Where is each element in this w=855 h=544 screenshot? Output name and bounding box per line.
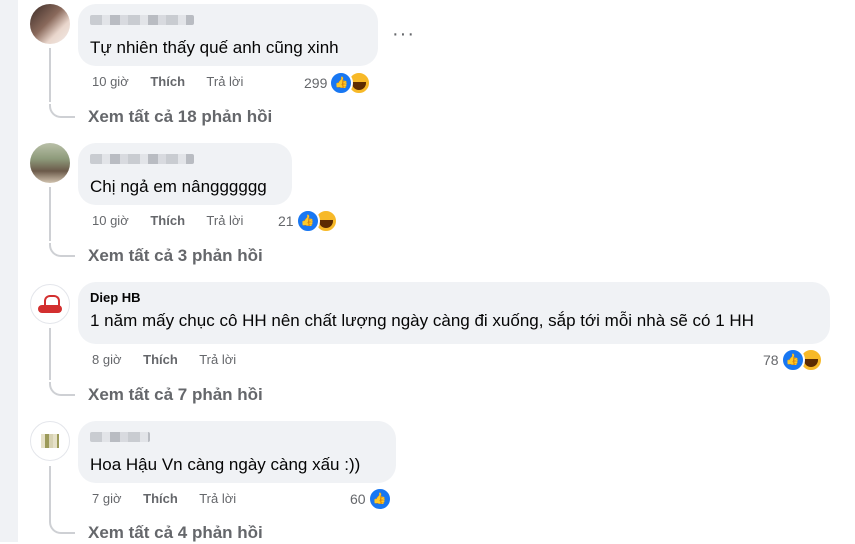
avatar[interactable] [30, 4, 70, 44]
thread-connector [49, 104, 75, 118]
thread-line [49, 187, 51, 241]
reply-button[interactable]: Trả lời [199, 491, 236, 506]
view-replies-link[interactable]: Xem tất cả 7 phản hồi [88, 384, 263, 406]
like-button[interactable]: Thích [143, 352, 178, 367]
comment-time[interactable]: 8 giờ [92, 352, 122, 367]
reaction-count: 21 [278, 213, 294, 229]
comment-text: Tự nhiên thấy quế anh cũng xinh [90, 38, 339, 57]
comment-time[interactable]: 10 giờ [92, 74, 129, 89]
like-button[interactable]: Thích [150, 74, 185, 89]
view-replies-link[interactable]: Xem tất cả 18 phản hồi [88, 106, 272, 128]
comment-bubble: Hoa Hậu Vn càng ngày càng xấu :)) [78, 421, 396, 483]
reaction-summary[interactable]: 21 👍 [278, 209, 338, 233]
reaction-count: 78 [763, 352, 779, 368]
view-replies-link[interactable]: Xem tất cả 4 phản hồi [88, 522, 263, 544]
comment-text: 1 năm mấy chục cô HH nên chất lượng ngày… [90, 311, 754, 330]
reaction-summary[interactable]: 299 👍 [304, 71, 372, 95]
reply-button[interactable]: Trả lời [206, 213, 243, 228]
thread-line [49, 48, 51, 102]
comment-bubble: Chị ngả em nângggggg [78, 143, 292, 205]
thread-connector [49, 382, 75, 396]
reaction-count: 299 [304, 75, 328, 91]
reaction-count: 60 [350, 491, 366, 507]
comment-time[interactable]: 10 giờ [92, 213, 129, 228]
comment-actions: 8 giờ Thích Trả lời [92, 352, 254, 368]
comment-author[interactable] [90, 15, 194, 25]
like-button[interactable]: Thích [150, 213, 185, 228]
thread-connector [49, 243, 75, 257]
comment-actions: 10 giờ Thích Trả lời [92, 74, 261, 90]
left-border-strip [0, 0, 18, 542]
comment-bubble: Tự nhiên thấy quế anh cũng xinh [78, 4, 378, 66]
avatar[interactable] [30, 421, 70, 461]
like-icon: 👍 [367, 487, 392, 511]
comment-author[interactable] [90, 432, 150, 442]
comment-author[interactable] [90, 154, 194, 164]
comment-text: Chị ngả em nângggggg [90, 177, 267, 196]
reaction-summary[interactable]: 78 👍 [763, 348, 823, 372]
view-replies-link[interactable]: Xem tất cả 3 phản hồi [88, 245, 263, 267]
comment-author[interactable]: Diep HB [90, 290, 818, 306]
comment-actions: 7 giờ Thích Trả lời [92, 491, 254, 507]
like-icon: 👍 [295, 209, 320, 233]
more-options-button[interactable]: ··· [392, 24, 415, 44]
comment-time[interactable]: 7 giờ [92, 491, 122, 506]
comment-bubble: Diep HB 1 năm mấy chục cô HH nên chất lư… [78, 282, 830, 344]
thread-line [49, 328, 51, 380]
reaction-summary[interactable]: 60 👍 [350, 487, 392, 511]
like-icon: 👍 [780, 348, 805, 372]
like-button[interactable]: Thích [143, 491, 178, 506]
avatar[interactable] [30, 284, 70, 324]
comment-actions: 10 giờ Thích Trả lời [92, 213, 261, 229]
avatar[interactable] [30, 143, 70, 183]
reply-button[interactable]: Trả lời [206, 74, 243, 89]
comment-text: Hoa Hậu Vn càng ngày càng xấu :)) [90, 455, 361, 474]
thread-connector [49, 520, 75, 534]
thread-line [49, 466, 51, 520]
reply-button[interactable]: Trả lời [199, 352, 236, 367]
